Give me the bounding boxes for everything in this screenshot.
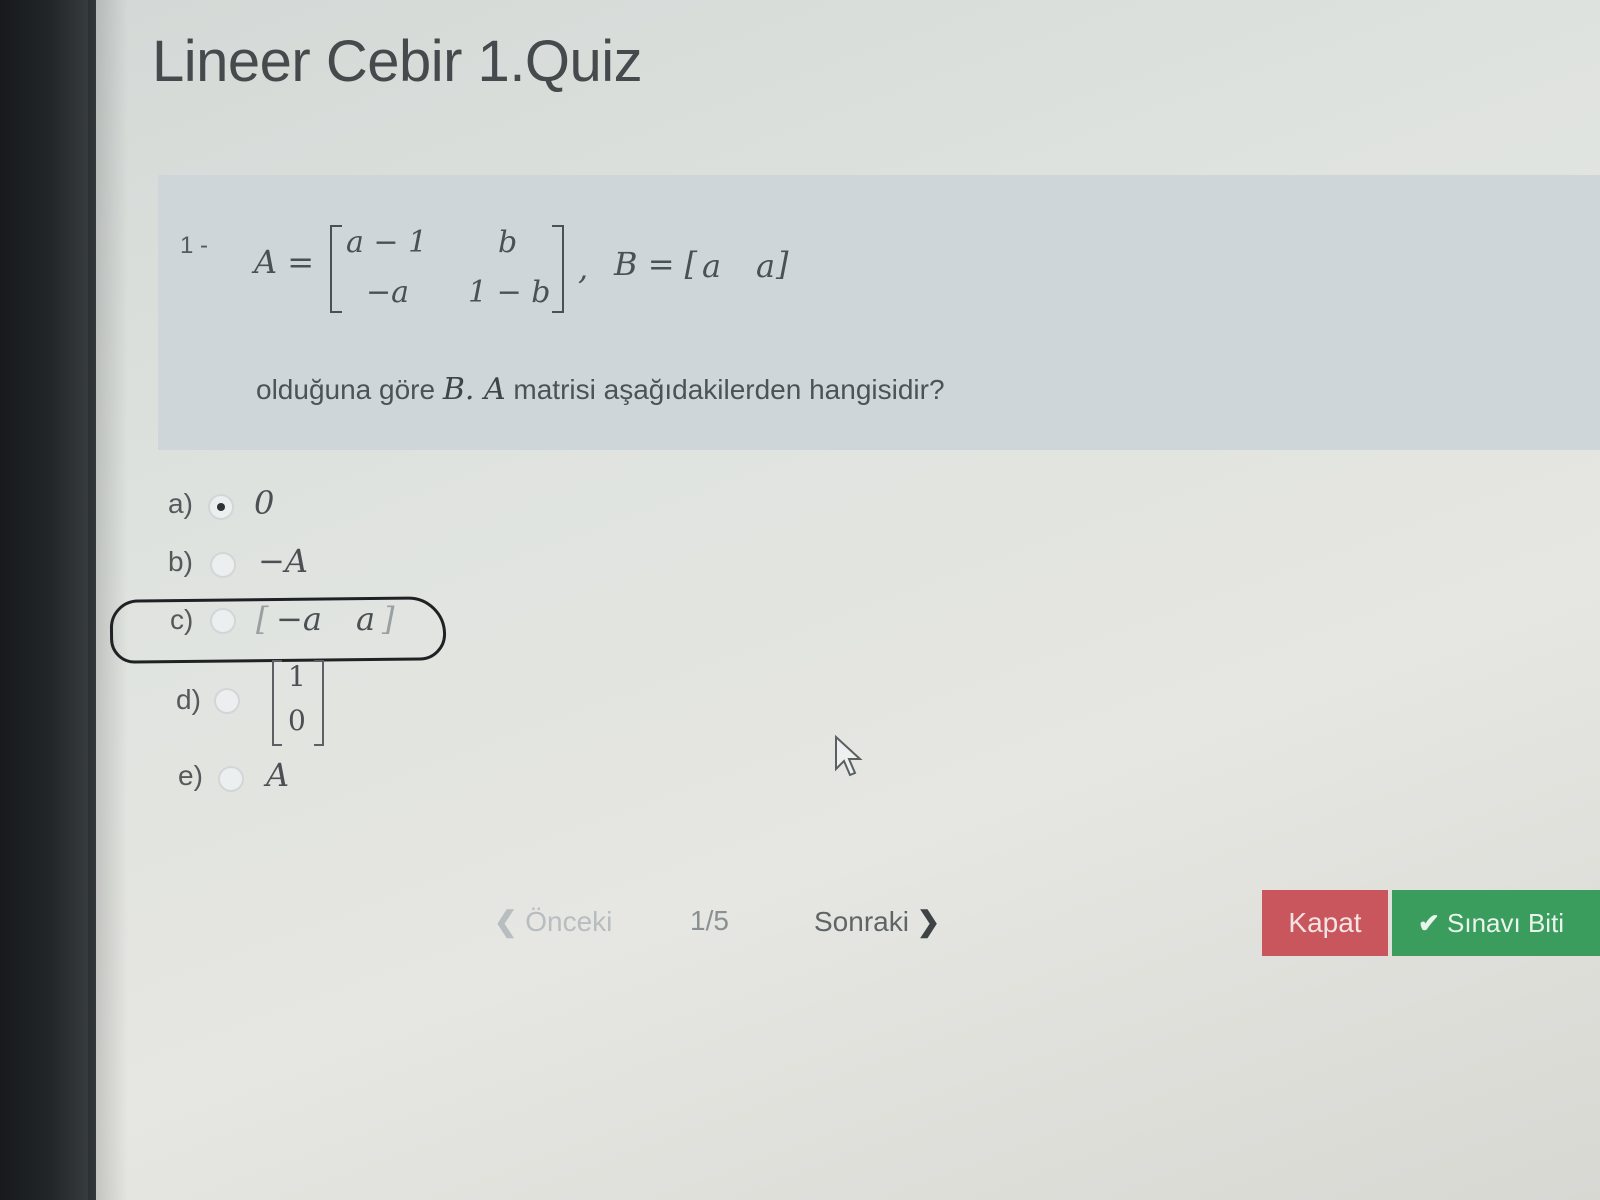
- option-e[interactable]: e) A: [178, 756, 478, 810]
- next-label: Sonraki: [814, 906, 909, 937]
- close-button[interactable]: Kapat: [1262, 890, 1388, 956]
- mouse-cursor-icon: [835, 735, 863, 777]
- option-d-right-bracket: [314, 660, 324, 746]
- option-a-radio[interactable]: [208, 494, 234, 520]
- matrix-a-left-bracket: [330, 225, 342, 313]
- option-e-radio[interactable]: [218, 766, 244, 792]
- matrix-a-r1c2: b: [498, 225, 518, 260]
- matrix-a-right-bracket: [552, 225, 564, 313]
- question-number: 1 -: [180, 232, 209, 259]
- bezel-shadow: [88, 0, 128, 1200]
- page-title: Lineer Cebir 1.Quiz: [152, 29, 643, 94]
- chevron-right-icon: ❯: [916, 906, 941, 937]
- question-text: olduğuna göre B. A matrisi aşağıdakilerd…: [256, 372, 945, 407]
- question-formula: A = a − 1 b −a 1 − b , B = [ a a ]: [254, 225, 854, 325]
- next-button[interactable]: Sonraki ❯: [814, 905, 940, 938]
- finish-exam-button[interactable]: ✔ Sınavı Biti: [1392, 890, 1600, 956]
- matrix-a-r2c1: −a: [366, 275, 410, 310]
- matrix-b-c1: a: [702, 247, 722, 285]
- option-e-letter: e): [178, 760, 203, 791]
- matrix-a-r1c1: a − 1: [346, 225, 428, 260]
- matrix-separator: ,: [578, 249, 589, 287]
- monitor-bezel: [0, 0, 96, 1200]
- matrix-b-label: B = [: [614, 245, 698, 283]
- option-a[interactable]: a) 0: [168, 484, 468, 538]
- option-b-radio[interactable]: [210, 552, 236, 578]
- option-d-letter: d): [176, 684, 201, 715]
- question-text-after: matrisi aşağıdakilerden hangisidir?: [505, 374, 945, 405]
- matrix-b-close: ]: [776, 245, 789, 283]
- finish-label: Sınavı Biti: [1447, 907, 1565, 938]
- option-d-radio[interactable]: [214, 688, 240, 714]
- handwritten-circle-mark: [109, 596, 447, 664]
- chevron-left-icon: ❮: [494, 906, 518, 937]
- page-indicator: 1/5: [690, 905, 729, 936]
- option-b-value: −A: [258, 542, 308, 580]
- question-text-before: olduğuna göre: [256, 374, 443, 405]
- check-icon: ✔: [1418, 907, 1440, 938]
- matrix-a-r2c2: 1 − b: [468, 275, 551, 310]
- prev-button[interactable]: ❮ Önceki: [494, 905, 612, 938]
- matrix-b-c2: a: [756, 247, 776, 285]
- option-d[interactable]: d) 1 0: [176, 660, 476, 750]
- option-b-letter: b): [168, 546, 193, 577]
- option-b[interactable]: b) −A: [168, 542, 468, 596]
- prev-label: Önceki: [525, 906, 613, 937]
- option-a-letter: a): [168, 488, 193, 519]
- option-d-left-bracket: [272, 660, 282, 746]
- option-e-value: A: [266, 756, 290, 794]
- option-d-bottom: 0: [288, 704, 306, 737]
- matrix-a-label: A =: [254, 243, 315, 281]
- option-d-top: 1: [288, 660, 306, 693]
- question-text-math: B. A: [442, 372, 506, 407]
- option-a-value: 0: [254, 484, 275, 522]
